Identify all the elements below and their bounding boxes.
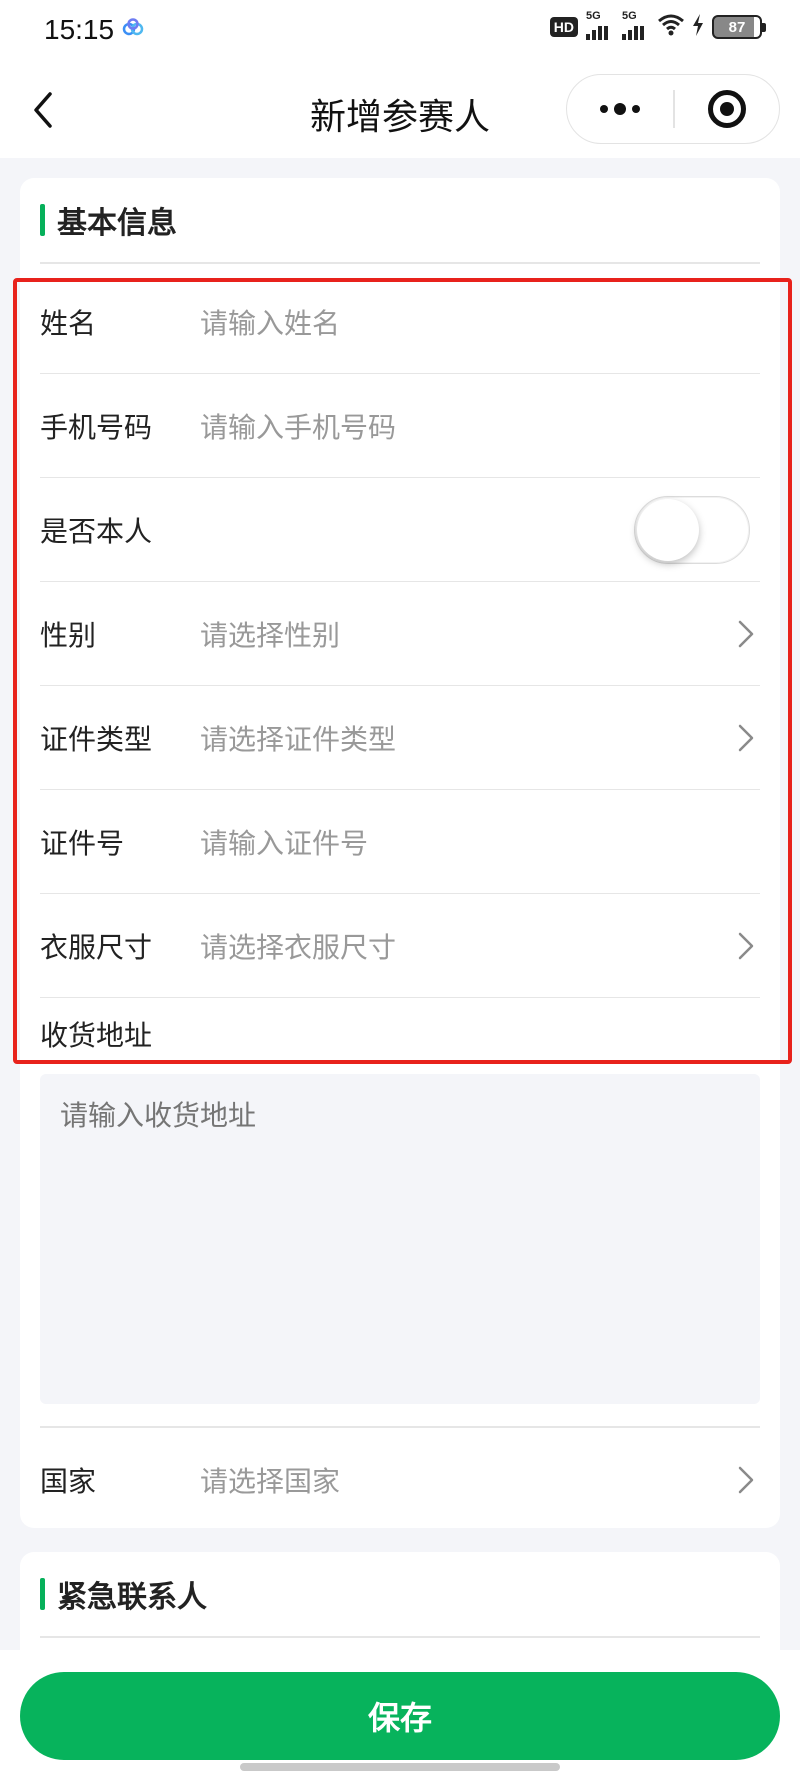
hd-badge: HD (549, 17, 578, 37)
section-accent-bar (40, 1578, 45, 1610)
id-number-input[interactable]: 请输入证件号 (200, 822, 760, 862)
address-label: 收货地址 (40, 1019, 153, 1052)
basic-info-card: 基本信息 姓名 请输入姓名 手机号码 请输入手机号码 是否本人 性别 请选择性别… (20, 178, 780, 1528)
name-row: 姓名 请输入姓名 (40, 270, 760, 374)
nav-bar: 新增参赛人 (0, 62, 800, 158)
more-button[interactable] (567, 75, 673, 143)
id-type-label: 证件类型 (40, 722, 153, 756)
chevron-right-icon (732, 926, 760, 966)
section-accent-bar (40, 204, 45, 236)
country-row[interactable]: 国家 请选择国家 (40, 1428, 760, 1532)
system-icons: HD 5G 5G 87 (549, 10, 766, 40)
status-bar: 15:15 HD 5G 5G 87 (0, 0, 800, 62)
clothing-size-select[interactable]: 请选择衣服尺寸 (200, 926, 732, 966)
battery-icon: 87 (712, 15, 766, 39)
id-type-row[interactable]: 证件类型 请选择证件类型 (40, 686, 760, 790)
home-indicator[interactable] (240, 1763, 560, 1771)
gender-row[interactable]: 性别 请选择性别 (40, 582, 760, 686)
divider (40, 262, 760, 264)
section-title: 紧急联系人 (57, 1580, 207, 1615)
phone-input[interactable]: 请输入手机号码 (200, 406, 760, 446)
close-miniprogram-button[interactable] (675, 75, 780, 143)
divider (40, 1636, 760, 1638)
signal-icon: 5G (622, 10, 650, 40)
address-textarea[interactable] (40, 1074, 760, 1404)
section-header: 基本信息 (40, 200, 177, 241)
toggle-knob (637, 498, 699, 561)
cloud-icon (122, 18, 144, 40)
wifi-icon (658, 14, 684, 40)
phone-label: 手机号码 (40, 410, 153, 444)
id-number-label: 证件号 (40, 826, 125, 860)
name-label: 姓名 (40, 306, 97, 340)
clothing-size-row[interactable]: 衣服尺寸 请选择衣服尺寸 (40, 894, 760, 998)
target-icon (707, 90, 746, 128)
chevron-right-icon (732, 1460, 760, 1500)
charging-icon (692, 14, 704, 40)
more-icon (600, 105, 608, 113)
gender-select[interactable]: 请选择性别 (200, 614, 732, 654)
footer-bar: 保存 (0, 1650, 800, 1777)
id-number-row: 证件号 请输入证件号 (40, 790, 760, 894)
name-input[interactable]: 请输入姓名 (200, 302, 760, 342)
country-select[interactable]: 请选择国家 (200, 1460, 732, 1500)
signal-icon: 5G (586, 10, 614, 40)
section-title: 基本信息 (57, 206, 177, 241)
self-toggle[interactable] (634, 495, 750, 564)
country-label: 国家 (40, 1465, 97, 1498)
clothing-size-label: 衣服尺寸 (40, 930, 153, 964)
self-row: 是否本人 (40, 478, 760, 582)
chevron-right-icon (732, 614, 760, 654)
phone-row: 手机号码 请输入手机号码 (40, 374, 760, 478)
save-button[interactable]: 保存 (20, 1672, 780, 1760)
section-header: 紧急联系人 (40, 1574, 207, 1615)
chevron-right-icon (732, 718, 760, 758)
status-time: 15:15 (44, 14, 115, 45)
miniprogram-capsule (566, 74, 780, 144)
gender-label: 性别 (40, 618, 97, 652)
id-type-select[interactable]: 请选择证件类型 (200, 718, 732, 758)
self-label: 是否本人 (40, 514, 153, 548)
